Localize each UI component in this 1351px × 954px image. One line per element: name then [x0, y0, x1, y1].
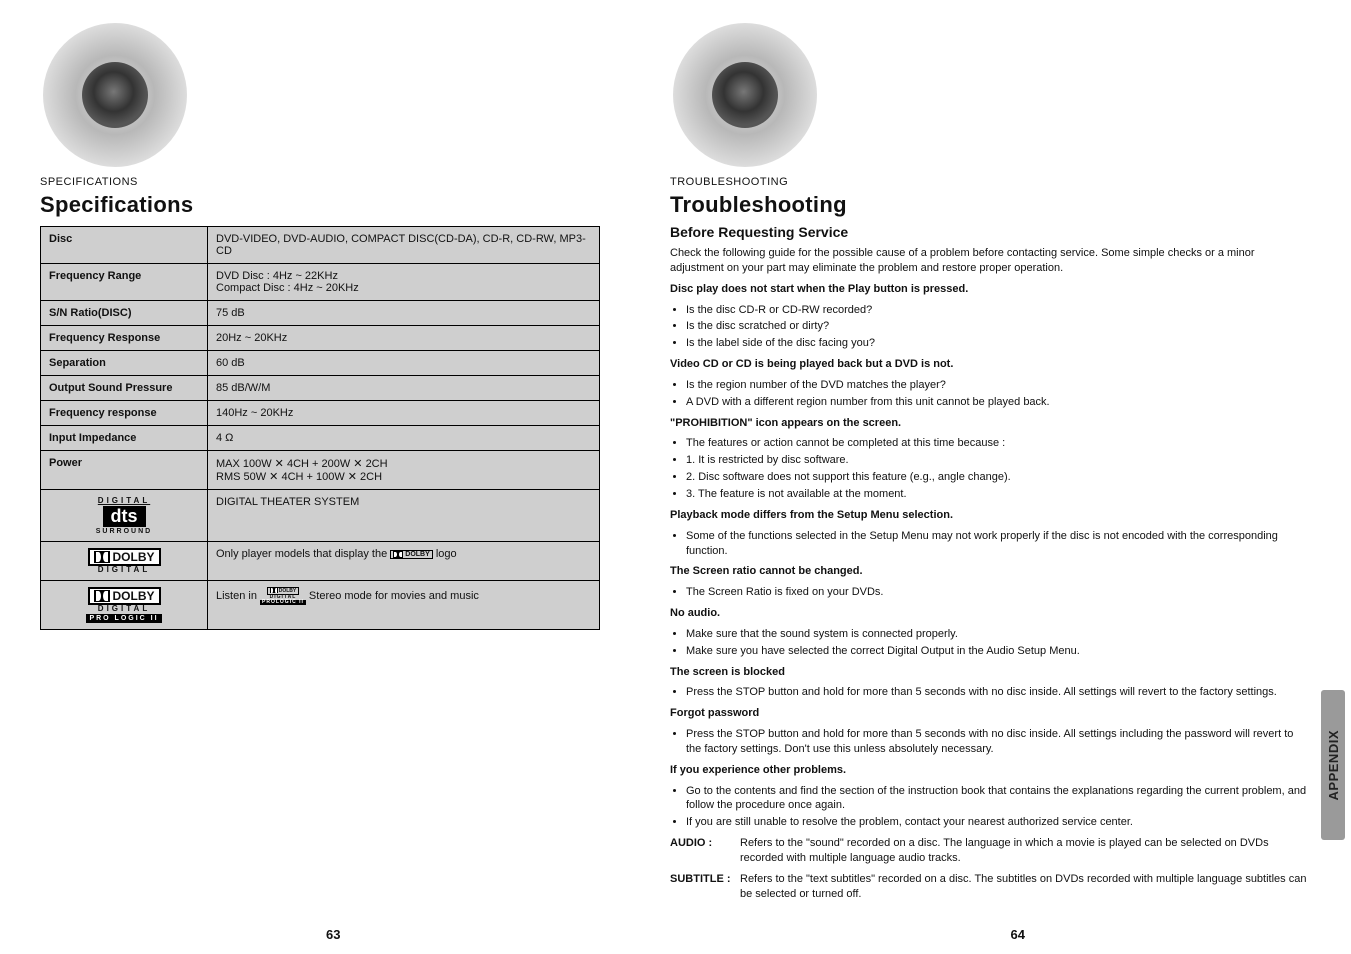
list-item: Go to the contents and find the section …: [686, 784, 1310, 814]
dolby-digital-icon: DOLBY: [390, 550, 433, 559]
spec-value: DVD-VIDEO, DVD-AUDIO, COMPACT DISC(CD-DA…: [208, 227, 600, 264]
issue-points: Press the STOP button and hold for more …: [686, 727, 1310, 757]
table-row: DOLBYDIGITALPRO LOGIC IIListen in DOLBYD…: [41, 581, 600, 630]
spec-key: Frequency Response: [41, 326, 208, 351]
spec-value: 20Hz ~ 20KHz: [208, 326, 600, 351]
table-row: Frequency response140Hz ~ 20KHz: [41, 401, 600, 426]
table-row: DIGITALdtsSURROUNDDIGITAL THEATER SYSTEM: [41, 490, 600, 542]
issue-points: Is the region number of the DVD matches …: [686, 378, 1310, 410]
spec-key: Frequency Range: [41, 264, 208, 301]
spec-value: 140Hz ~ 20KHz: [208, 401, 600, 426]
specification-table: DiscDVD-VIDEO, DVD-AUDIO, COMPACT DISC(C…: [40, 226, 600, 630]
issue-points: Make sure that the sound system is conne…: [686, 627, 1310, 659]
spec-value: Listen in DOLBYDIGITALPROLOGIC II Stereo…: [208, 581, 600, 630]
table-row: Output Sound Pressure85 dB/W/M: [41, 376, 600, 401]
spec-key: Input Impedance: [41, 426, 208, 451]
table-row: Frequency Response20Hz ~ 20KHz: [41, 326, 600, 351]
table-row: Separation60 dB: [41, 351, 600, 376]
page-number: 64: [1011, 927, 1025, 942]
spec-key: Separation: [41, 351, 208, 376]
issue-heading: Video CD or CD is being played back but …: [670, 357, 1310, 372]
issue-points: Is the disc CD-R or CD-RW recorded?Is th…: [686, 303, 1310, 352]
list-item: Make sure you have selected the correct …: [686, 644, 1310, 659]
spec-key: Frequency response: [41, 401, 208, 426]
brand-disc-logo: [40, 20, 190, 170]
definition-term: AUDIO :: [670, 836, 734, 866]
side-tab-appendix: APPENDIX: [1321, 690, 1345, 840]
dolby-prologic-icon: DOLBYDIGITALPROLOGIC II: [260, 587, 306, 605]
list-item: A DVD with a different region number fro…: [686, 395, 1310, 410]
spec-value: 85 dB/W/M: [208, 376, 600, 401]
issue-points: Go to the contents and find the section …: [686, 784, 1310, 831]
spec-value: 4 Ω: [208, 426, 600, 451]
section-label: TROUBLESHOOTING: [670, 176, 1310, 188]
issue-points: The Screen Ratio is fixed on your DVDs.: [686, 585, 1310, 600]
list-item: If you are still unable to resolve the p…: [686, 815, 1310, 830]
dts-logo: DIGITALdtsSURROUND: [41, 490, 208, 542]
definition-term: SUBTITLE :: [670, 872, 734, 902]
spec-value: DIGITAL THEATER SYSTEM: [208, 490, 600, 542]
list-item: The features or action cannot be complet…: [686, 436, 1310, 451]
issue-heading: Disc play does not start when the Play b…: [670, 282, 1310, 297]
list-item: Is the region number of the DVD matches …: [686, 378, 1310, 393]
issue-points: Press the STOP button and hold for more …: [686, 685, 1310, 700]
dolby-digital-logo: DOLBYDIGITAL: [41, 542, 208, 581]
issue-points: Some of the functions selected in the Se…: [686, 529, 1310, 559]
list-item: Is the label side of the disc facing you…: [686, 336, 1310, 351]
issue-heading: Forgot password: [670, 706, 1310, 721]
issue-heading: No audio.: [670, 606, 1310, 621]
list-item: 3. The feature is not available at the m…: [686, 487, 1310, 502]
page-title: Troubleshooting: [670, 192, 1310, 218]
spec-value: Only player models that display the DOLB…: [208, 542, 600, 581]
spec-key: Disc: [41, 227, 208, 264]
issue-heading: "PROHIBITION" icon appears on the screen…: [670, 416, 1310, 431]
list-item: Press the STOP button and hold for more …: [686, 685, 1310, 700]
dolby-prologic-logo: DOLBYDIGITALPRO LOGIC II: [41, 581, 208, 630]
table-row: DiscDVD-VIDEO, DVD-AUDIO, COMPACT DISC(C…: [41, 227, 600, 264]
spec-value: 60 dB: [208, 351, 600, 376]
spec-value: MAX 100W ✕ 4CH + 200W ✕ 2CH RMS 50W ✕ 4C…: [208, 451, 600, 490]
issue-heading: If you experience other problems.: [670, 763, 1310, 778]
list-item: 1. It is restricted by disc software.: [686, 453, 1310, 468]
intro-text: Check the following guide for the possib…: [670, 246, 1310, 276]
brand-disc-logo: [670, 20, 820, 170]
spec-key: Power: [41, 451, 208, 490]
definition-text: Refers to the "text subtitles" recorded …: [740, 872, 1310, 902]
list-item: Make sure that the sound system is conne…: [686, 627, 1310, 642]
list-item: 2. Disc software does not support this f…: [686, 470, 1310, 485]
spec-key: S/N Ratio(DISC): [41, 301, 208, 326]
spec-value: DVD Disc : 4Hz ~ 22KHz Compact Disc : 4H…: [208, 264, 600, 301]
definition: AUDIO :Refers to the "sound" recorded on…: [670, 836, 1310, 866]
definition: SUBTITLE :Refers to the "text subtitles"…: [670, 872, 1310, 902]
issue-points: The features or action cannot be complet…: [686, 436, 1310, 501]
list-item: Is the disc CD-R or CD-RW recorded?: [686, 303, 1310, 318]
issue-heading: Playback mode differs from the Setup Men…: [670, 508, 1310, 523]
table-row: Input Impedance4 Ω: [41, 426, 600, 451]
page-number: 63: [326, 927, 340, 942]
definition-text: Refers to the "sound" recorded on a disc…: [740, 836, 1310, 866]
spec-key: Output Sound Pressure: [41, 376, 208, 401]
table-row: PowerMAX 100W ✕ 4CH + 200W ✕ 2CH RMS 50W…: [41, 451, 600, 490]
table-row: DOLBYDIGITALOnly player models that disp…: [41, 542, 600, 581]
spec-value: 75 dB: [208, 301, 600, 326]
list-item: The Screen Ratio is fixed on your DVDs.: [686, 585, 1310, 600]
table-row: Frequency RangeDVD Disc : 4Hz ~ 22KHz Co…: [41, 264, 600, 301]
section-label: SPECIFICATIONS: [40, 176, 640, 188]
list-item: Some of the functions selected in the Se…: [686, 529, 1310, 559]
list-item: Is the disc scratched or dirty?: [686, 319, 1310, 334]
issue-heading: The Screen ratio cannot be changed.: [670, 564, 1310, 579]
table-row: S/N Ratio(DISC)75 dB: [41, 301, 600, 326]
issue-heading: The screen is blocked: [670, 665, 1310, 680]
subtitle: Before Requesting Service: [670, 224, 1310, 240]
page-title: Specifications: [40, 192, 640, 218]
list-item: Press the STOP button and hold for more …: [686, 727, 1310, 757]
